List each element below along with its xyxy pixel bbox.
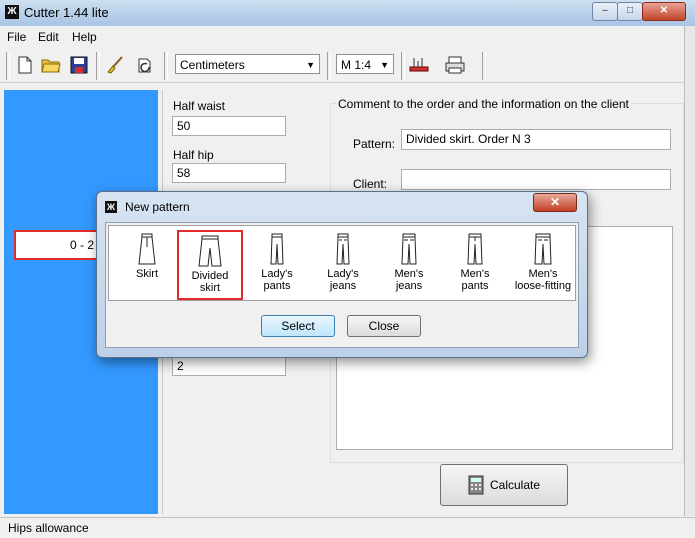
new-pattern-dialog: Ж New pattern ✕ Skirt Divided skirt Lady… — [96, 191, 588, 358]
half-waist-label: Half waist — [173, 99, 226, 113]
pattern-divided-skirt[interactable]: Divided skirt — [177, 230, 243, 300]
toolbar-separator — [482, 52, 486, 80]
toolbar-separator — [401, 52, 405, 80]
chevron-down-icon: ▼ — [306, 60, 315, 70]
ladys-pants-icon — [270, 233, 284, 265]
calculator-icon — [468, 475, 484, 495]
pattern-ladys-pants-label-2: pants — [263, 280, 291, 292]
pattern-mens-jeans-label-2: jeans — [395, 280, 423, 292]
pattern-ladys-jeans-label-1: Lady's — [327, 268, 359, 280]
status-text: Hips allowance — [8, 521, 89, 535]
divided-skirt-icon — [198, 235, 222, 267]
toolbar: Centimeters ▼ M 1:4 ▼ — [0, 48, 695, 83]
open-folder-icon[interactable] — [40, 54, 62, 76]
half-waist-field[interactable]: 50 — [172, 116, 286, 136]
ladys-jeans-icon — [336, 233, 350, 265]
select-button[interactable]: Select — [261, 315, 335, 337]
menu-help[interactable]: Help — [72, 30, 97, 44]
mens-pants-icon — [467, 233, 483, 265]
units-select-value: Centimeters — [180, 58, 245, 72]
measurement-field[interactable]: 2 — [172, 356, 286, 376]
toolbar-separator — [164, 52, 168, 80]
menu-bar: File Edit Help — [0, 26, 695, 48]
background-window-edge — [684, 26, 695, 516]
refresh-icon[interactable] — [134, 54, 156, 76]
pattern-field[interactable]: Divided skirt. Order N 3 — [401, 129, 671, 150]
scale-select-value: M 1:4 — [341, 58, 372, 72]
pattern-mens-pants-label-1: Men's — [460, 268, 490, 280]
toolbar-separator — [6, 52, 10, 80]
mens-jeans-icon — [401, 233, 417, 265]
half-hip-label: Half hip — [173, 148, 214, 162]
toolbar-separator — [96, 52, 100, 80]
pattern-divided-skirt-label-1: Divided — [191, 270, 229, 282]
window-title: Cutter 1.44 lite — [24, 5, 109, 20]
pattern-ladys-jeans[interactable]: Lady's jeans — [313, 230, 373, 296]
chevron-down-icon: ▼ — [380, 60, 389, 70]
half-hip-field[interactable]: 58 — [172, 163, 286, 183]
title-bar: Ж Cutter 1.44 lite – □ ✕ — [0, 0, 695, 27]
scale-select[interactable]: M 1:4 ▼ — [336, 54, 394, 74]
pattern-label: Pattern: — [353, 137, 396, 151]
maximize-button[interactable]: □ — [617, 2, 643, 21]
client-label: Client: — [353, 177, 388, 191]
ruler-settings-icon[interactable] — [408, 54, 430, 76]
skirt-icon — [138, 233, 156, 265]
pattern-mens-jeans-label-1: Men's — [394, 268, 424, 280]
pattern-skirt[interactable]: Skirt — [117, 230, 177, 296]
pattern-mens-loose-fitting-label-1: Men's — [528, 268, 558, 280]
pattern-mens-loose-fitting-label-2: loose-fitting — [514, 280, 572, 292]
pattern-skirt-label: Skirt — [136, 268, 158, 280]
pattern-mens-jeans[interactable]: Men's jeans — [379, 230, 439, 296]
close-button[interactable]: Close — [347, 315, 421, 337]
pattern-divided-skirt-label-2: skirt — [199, 282, 221, 294]
pattern-mens-pants-label-2: pants — [461, 280, 489, 292]
comment-group-legend: Comment to the order and the information… — [336, 97, 631, 111]
clear-brush-icon[interactable] — [104, 54, 126, 76]
dialog-close-button[interactable]: ✕ — [533, 193, 577, 212]
new-file-icon[interactable] — [14, 54, 36, 76]
minimize-button[interactable]: – — [592, 2, 618, 21]
pattern-ladys-pants-label-1: Lady's — [261, 268, 293, 280]
status-bar: Hips allowance — [0, 517, 695, 538]
calculate-button[interactable]: Calculate — [440, 464, 568, 506]
client-field[interactable] — [401, 169, 671, 190]
pattern-mens-pants[interactable]: Men's pants — [445, 230, 505, 296]
mens-loose-fitting-icon — [534, 233, 552, 265]
pattern-ladys-pants[interactable]: Lady's pants — [247, 230, 307, 296]
close-window-button[interactable]: ✕ — [642, 2, 686, 21]
menu-edit[interactable]: Edit — [38, 30, 59, 44]
calculate-label: Calculate — [489, 478, 541, 492]
menu-file[interactable]: File — [7, 30, 26, 44]
toolbar-separator — [327, 52, 331, 80]
pattern-ladys-jeans-label-2: jeans — [329, 280, 357, 292]
app-logo-icon: Ж — [5, 5, 19, 19]
pattern-mens-loose-fitting[interactable]: Men's loose-fitting — [511, 230, 575, 296]
app-logo-icon: Ж — [105, 201, 117, 213]
pattern-gallery: Skirt Divided skirt Lady's pants Lady's … — [108, 225, 576, 301]
save-icon[interactable] — [68, 54, 90, 76]
printer-icon[interactable] — [444, 54, 466, 76]
dialog-title: New pattern — [125, 200, 190, 214]
dialog-body: Skirt Divided skirt Lady's pants Lady's … — [105, 222, 579, 348]
units-select[interactable]: Centimeters ▼ — [175, 54, 320, 74]
